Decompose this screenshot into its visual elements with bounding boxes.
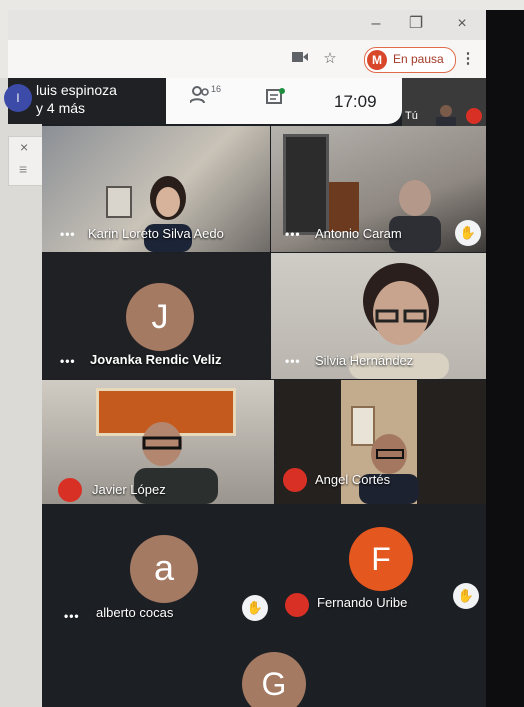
participant-count: 16: [211, 84, 222, 94]
participant-figure: [359, 434, 419, 504]
camera-icon[interactable]: [290, 49, 310, 69]
close-button[interactable]: ×: [450, 14, 474, 34]
participant-tile[interactable]: ••• Silvia Hernández: [271, 253, 486, 379]
more-options-icon[interactable]: •••: [285, 354, 301, 368]
monitor: [283, 134, 329, 235]
raised-hand-icon: ✋: [453, 583, 479, 609]
participant-avatar: G: [242, 652, 306, 707]
participant-tile[interactable]: a ••• alberto cocas ✋: [42, 505, 278, 633]
screen-edge: [486, 10, 524, 707]
participant-avatar: F: [349, 527, 413, 591]
mic-off-icon: [283, 468, 307, 492]
more-options-icon[interactable]: •••: [60, 354, 76, 368]
participant-tile[interactable]: ••• Antonio Caram ✋: [271, 126, 486, 252]
browser-titlebar: – ❐ ×: [8, 10, 486, 40]
participant-tile[interactable]: G: [42, 634, 486, 707]
more-options-icon[interactable]: •••: [64, 609, 80, 623]
raised-hand-icon: ✋: [455, 220, 481, 246]
profile-button[interactable]: M En pausa: [364, 47, 456, 73]
chat-icon[interactable]: [266, 88, 285, 106]
self-label: Tú: [405, 110, 418, 122]
participant-name: Angel Cortés: [315, 472, 391, 487]
meeting-subtitle: y 4 más: [36, 100, 86, 116]
participant-tile[interactable]: ••• Karin Loreto Silva Aedo: [42, 126, 270, 252]
wall-frame: [106, 186, 132, 218]
mic-off-icon: [58, 478, 82, 502]
participant-name: Jovanka Rendic Veliz: [90, 352, 222, 367]
self-mic-off-icon: [466, 108, 482, 124]
participant-avatar: J: [126, 283, 194, 351]
panel-menu-icon[interactable]: ≡: [19, 161, 27, 177]
participant-name: Javier López: [92, 482, 166, 497]
profile-avatar: M: [367, 50, 387, 70]
panel-close-icon[interactable]: ×: [20, 139, 28, 155]
profile-status: En pausa: [393, 52, 444, 66]
participant-tile[interactable]: F Fernando Uribe ✋: [279, 505, 486, 633]
meeting-title: luis espinoza: [36, 82, 117, 98]
meeting-clock: 17:09: [334, 92, 377, 111]
participant-name: alberto cocas: [96, 605, 174, 620]
more-options-icon[interactable]: •••: [285, 227, 301, 241]
participant-tile[interactable]: Angel Cortés: [275, 380, 486, 504]
minimize-button[interactable]: –: [364, 14, 388, 34]
meeting-avatar: l: [4, 84, 32, 112]
browser-toolbar: ☆ M En pausa ⋮: [8, 40, 486, 79]
browser-menu-icon[interactable]: ⋮: [458, 49, 478, 69]
self-video-tile[interactable]: Tú: [402, 78, 486, 126]
meeting-title-area: l luis espinoza y 4 más: [4, 78, 166, 124]
raised-hand-icon: ✋: [242, 595, 268, 621]
participant-name: Antonio Caram: [315, 226, 402, 241]
more-options-icon[interactable]: •••: [60, 227, 76, 241]
participant-avatar: a: [130, 535, 198, 603]
participant-name: Fernando Uribe: [317, 595, 408, 610]
star-icon[interactable]: ☆: [320, 49, 340, 69]
shelf: [325, 182, 359, 232]
participant-name: Silvia Hernández: [315, 353, 414, 368]
participant-name: Karin Loreto Silva Aedo: [88, 226, 224, 241]
maximize-button[interactable]: ❐: [404, 14, 428, 34]
side-panel: × ≡: [8, 136, 44, 186]
self-figure: [436, 105, 456, 126]
participant-tile[interactable]: Javier López: [42, 380, 274, 504]
participant-tile[interactable]: J ••• Jovanka Rendic Veliz: [42, 253, 270, 379]
mic-off-icon: [285, 593, 309, 617]
people-icon[interactable]: [189, 86, 210, 109]
